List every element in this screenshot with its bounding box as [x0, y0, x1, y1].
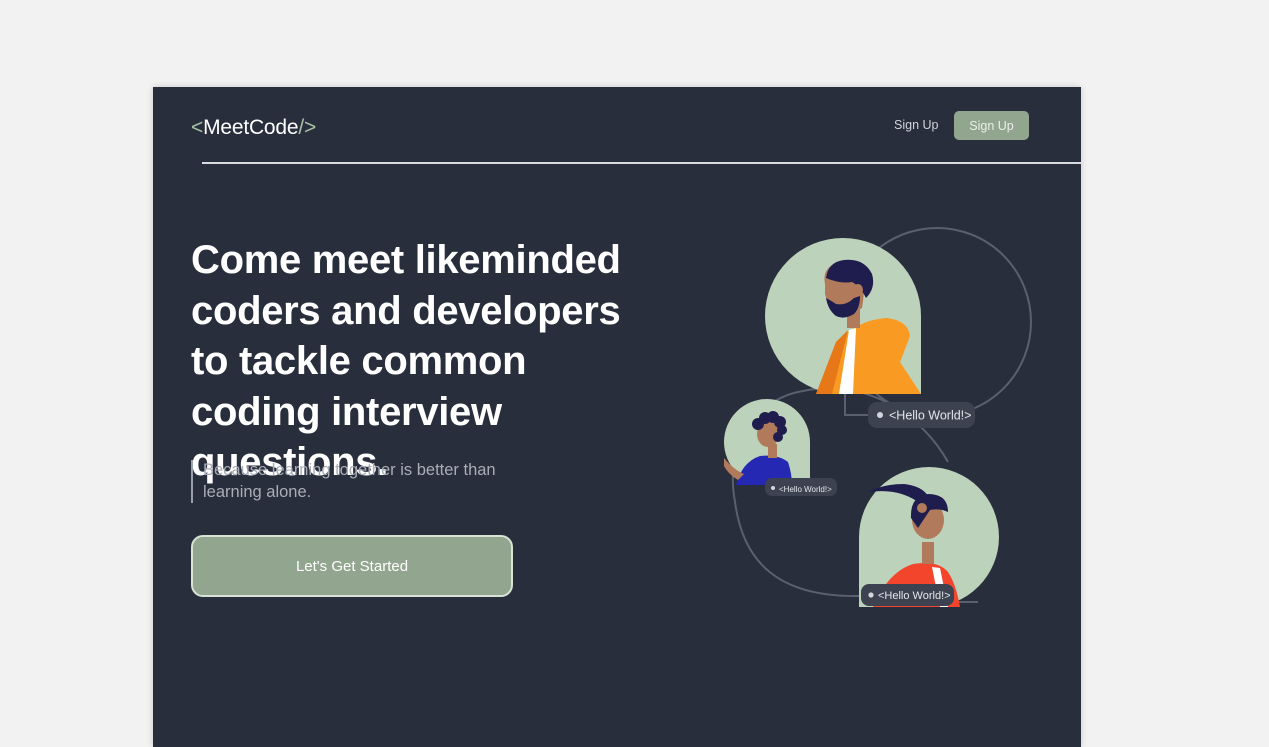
hero-illustration: <Hello World!> <Hello World!> <Hello Wor… [724, 227, 1032, 607]
chat-bubble-1-text: <Hello World!> [889, 409, 971, 423]
sign-up-button[interactable]: Sign Up [954, 111, 1029, 140]
logo-open-bracket: < [191, 116, 204, 139]
chat-bubble-3: <Hello World!> [861, 584, 954, 606]
chat-bubble-3-text: <Hello World!> [878, 590, 951, 602]
get-started-button[interactable]: Let's Get Started [191, 535, 513, 597]
logo-close-bracket: /> [298, 116, 317, 139]
chat-bubble-2-text: <Hello World!> [779, 485, 832, 494]
chat-bubble-1: <Hello World!> [868, 402, 975, 428]
logo-name: MeetCode [203, 116, 299, 139]
header-divider [202, 162, 1081, 164]
logo[interactable]: <MeetCode/> [191, 116, 316, 140]
hero-headline: Come meet likeminded coders and develope… [191, 238, 621, 484]
sign-up-link[interactable]: Sign Up [894, 118, 938, 132]
chat-bubble-2: <Hello World!> [765, 478, 837, 496]
hero-subtext: Because learning together is better than… [191, 460, 543, 503]
landing-page: <MeetCode/> Sign Up Sign Up Come meet li… [153, 87, 1081, 747]
avatar-curly-hair-person [724, 399, 810, 485]
avatar-bearded-man [765, 238, 921, 394]
